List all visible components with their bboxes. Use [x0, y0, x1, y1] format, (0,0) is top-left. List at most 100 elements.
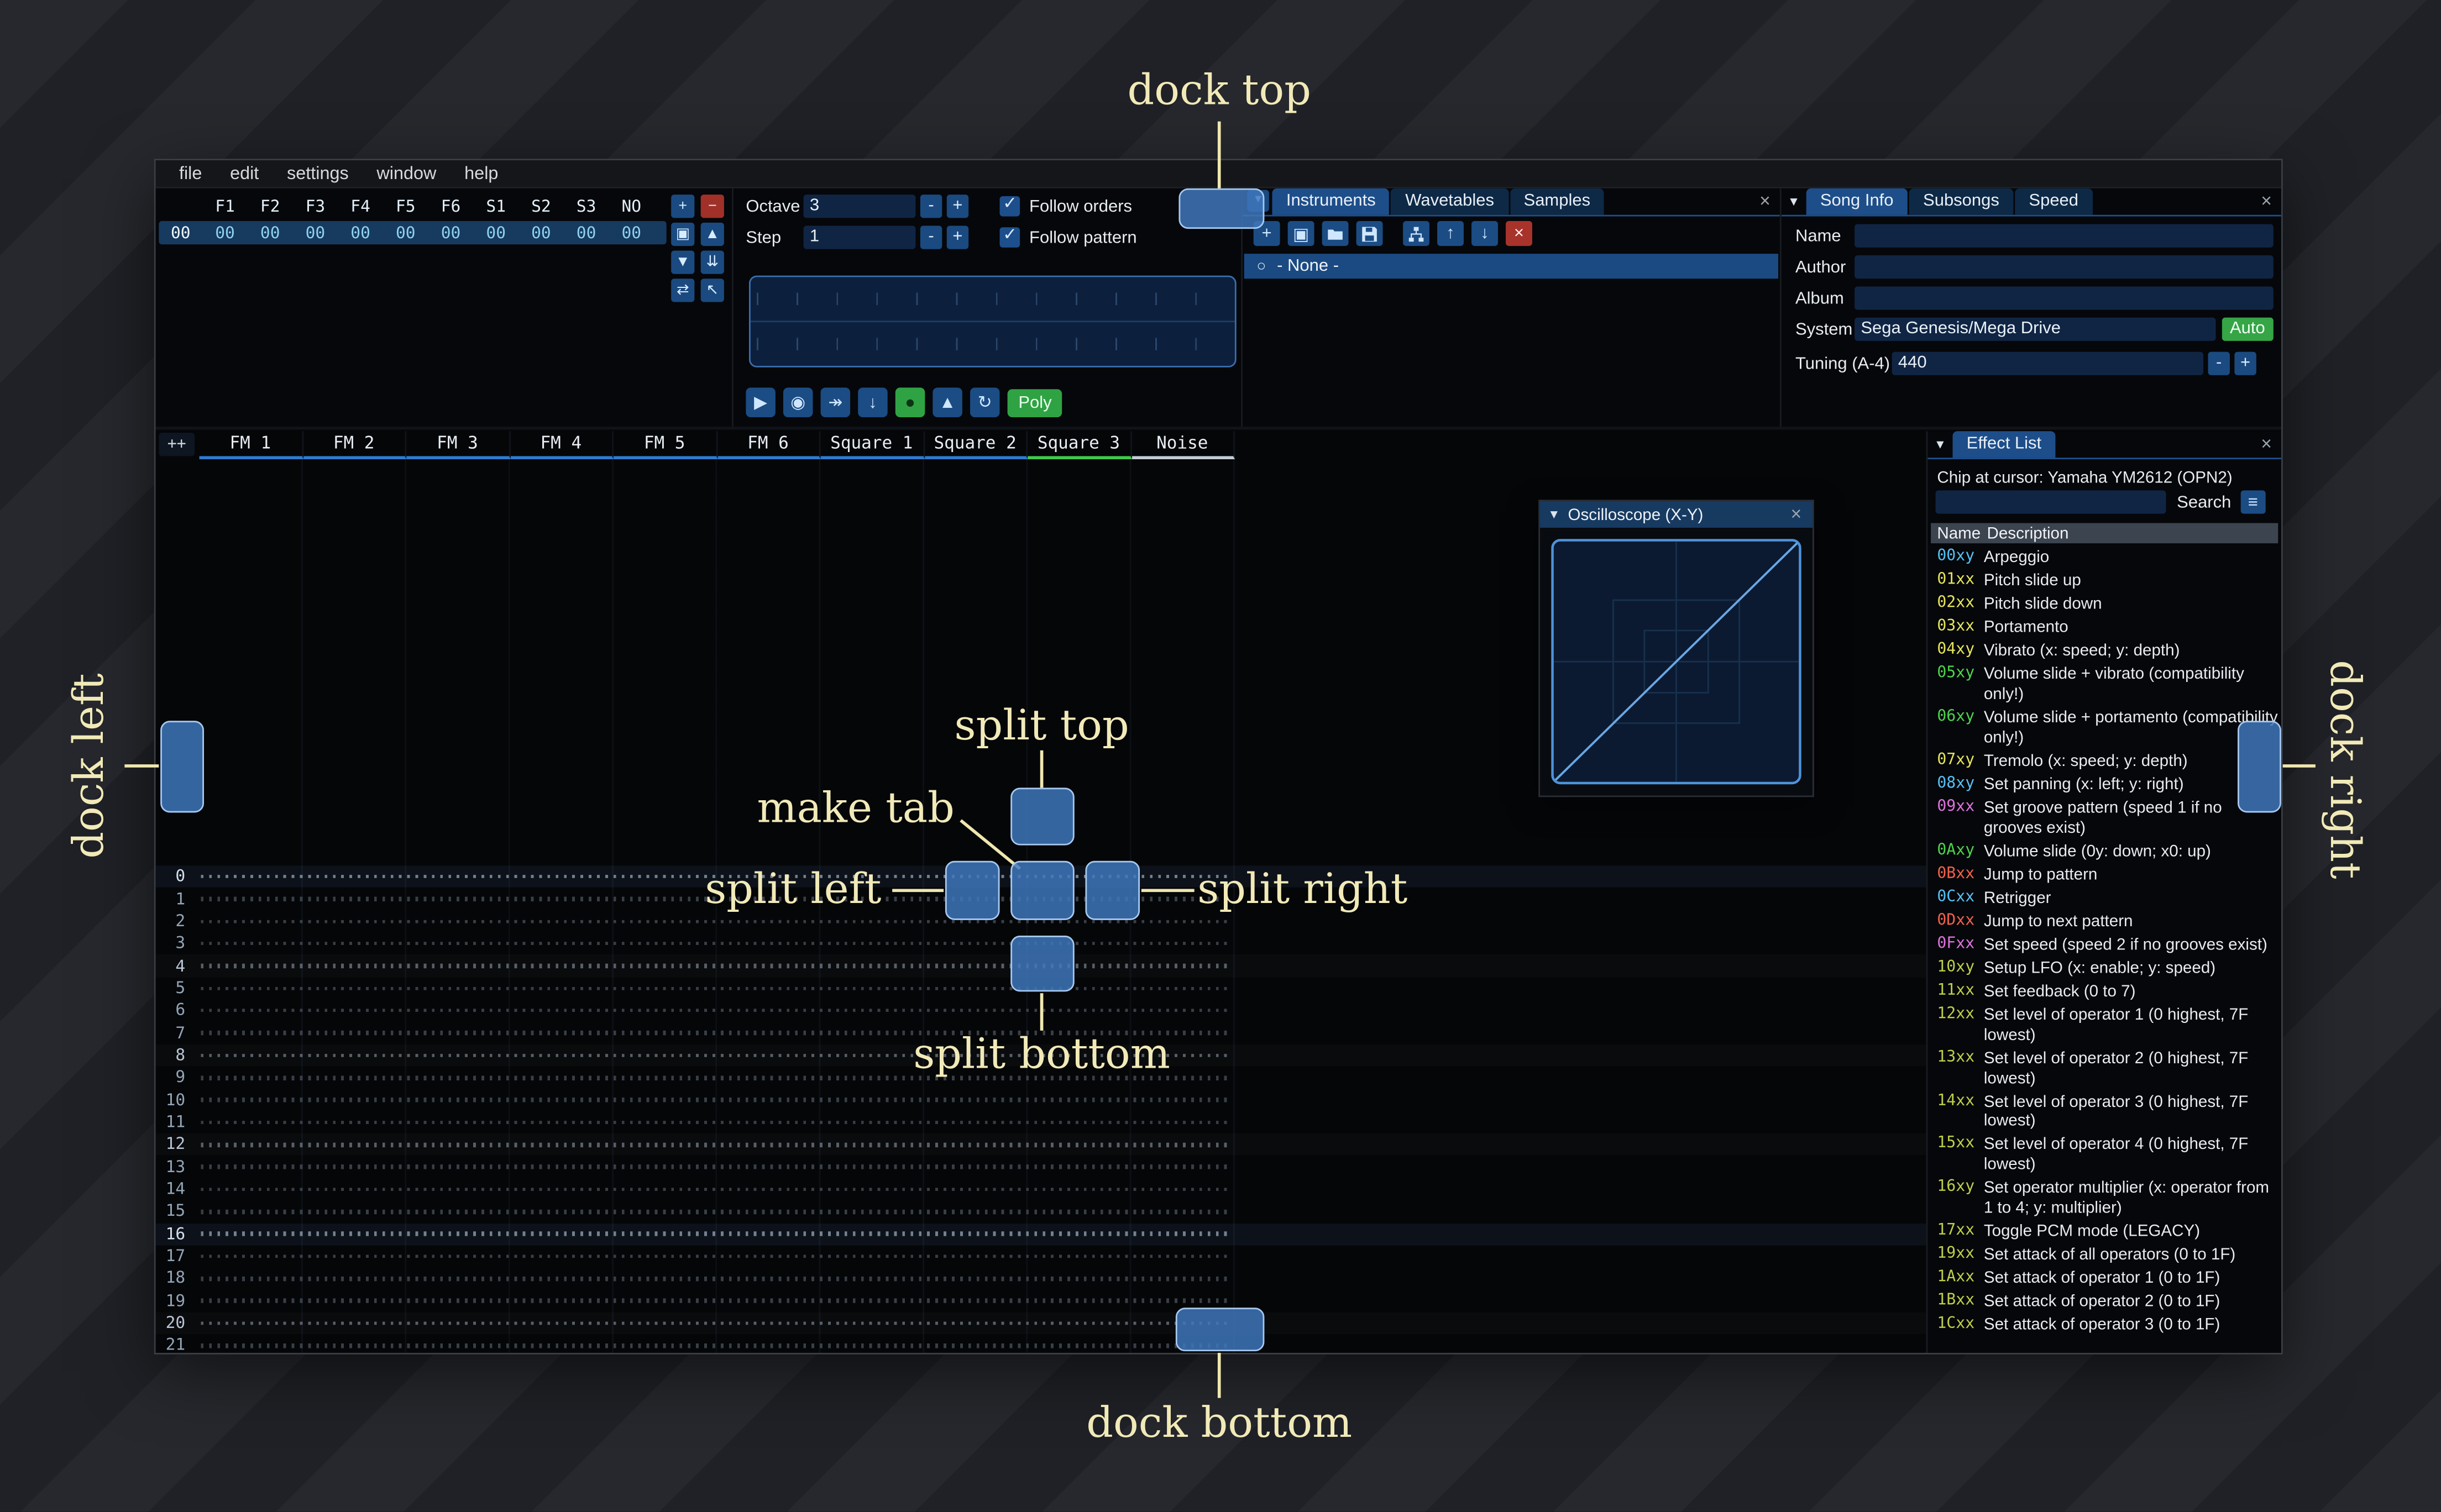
channel-header-fm-5[interactable]: FM 5 [613, 431, 717, 460]
pattern-row-18[interactable]: 18 [156, 1268, 1926, 1290]
order-move-down-button[interactable]: ▼ [671, 250, 695, 274]
auto-system-button[interactable]: Auto [2222, 317, 2273, 341]
pattern-row-17[interactable]: 17 [156, 1245, 1926, 1267]
author-input[interactable] [1855, 255, 2274, 279]
pattern-row-12[interactable]: 12 [156, 1133, 1926, 1156]
tab-song-info[interactable]: Song Info [1806, 188, 1908, 215]
follow-pattern-checkbox[interactable]: ✓ Follow pattern [999, 225, 1137, 248]
channel-header-square-2[interactable]: Square 2 [924, 431, 1028, 460]
tuning-input[interactable]: 440 [1892, 351, 2204, 375]
instrument-save-button[interactable] [1356, 221, 1383, 246]
order-move-up-button[interactable]: ▲ [700, 222, 724, 246]
empty-row-dots [201, 1009, 1229, 1013]
order-duplicate-button[interactable]: ▣ [671, 222, 695, 246]
channel-header-fm-4[interactable]: FM 4 [510, 431, 614, 460]
octave-decrease-button[interactable]: - [920, 195, 942, 218]
channel-header-fm-1[interactable]: FM 1 [199, 431, 303, 460]
close-instruments-button[interactable]: × [1750, 187, 1780, 215]
channel-header-square-1[interactable]: Square 1 [820, 431, 924, 460]
empty-row-dots [201, 1299, 1229, 1303]
repeat-pattern-button[interactable]: ↻ [970, 387, 1000, 417]
tab-effect-list[interactable]: Effect List [1952, 431, 2056, 458]
play-button[interactable]: ▶ [746, 387, 776, 417]
close-oscilloscope-button[interactable]: × [1788, 501, 1805, 528]
menu-item-file[interactable]: file [165, 164, 216, 183]
tab-subsongs[interactable]: Subsongs [1909, 188, 2014, 215]
order-duplicate-end-button[interactable]: ⇊ [700, 250, 724, 274]
pattern-row-20[interactable]: 20 [156, 1312, 1926, 1334]
split-target-right[interactable] [1085, 860, 1140, 920]
pattern-row-13[interactable]: 13 [156, 1156, 1926, 1178]
instrument-move-up-button[interactable]: ↑ [1437, 221, 1464, 246]
dock-target-right[interactable] [2238, 721, 2281, 813]
make-tab-target[interactable] [1010, 860, 1075, 920]
step-input[interactable]: 1 [803, 225, 916, 249]
name-input[interactable] [1855, 224, 2274, 248]
hamburger-menu-button[interactable]: ≡ [2240, 490, 2266, 514]
dock-target-left[interactable] [160, 721, 205, 813]
metronome-button[interactable]: ▲ [933, 387, 962, 417]
instrument-open-button[interactable] [1322, 221, 1349, 246]
menu-item-help[interactable]: help [451, 164, 512, 183]
octave-input[interactable]: 3 [803, 195, 916, 218]
menu-item-settings[interactable]: settings [273, 164, 363, 183]
system-input[interactable]: Sega Genesis/Mega Drive [1855, 317, 2216, 341]
pattern-row-15[interactable]: 15 [156, 1200, 1926, 1222]
channel-header-fm-3[interactable]: FM 3 [406, 431, 510, 460]
step-one-row-button[interactable]: ↓ [858, 387, 888, 417]
effect-description: Set level of operator 4 (0 highest, 7F l… [1983, 1135, 2249, 1174]
tuning-increase-button[interactable]: + [2234, 351, 2256, 375]
poly-button[interactable]: Poly [1007, 388, 1063, 417]
instrument-delete-button[interactable]: × [1506, 221, 1532, 246]
play-from-cursor-button[interactable]: ↠ [820, 387, 851, 417]
dock-target-bottom[interactable] [1175, 1308, 1265, 1352]
close-effect-list-button[interactable]: × [2251, 429, 2281, 458]
tab-samples[interactable]: Samples [1510, 188, 1605, 215]
edit-record-button[interactable]: ● [895, 387, 925, 417]
split-target-top[interactable] [1010, 788, 1075, 846]
tab-wavetables[interactable]: Wavetables [1391, 188, 1508, 215]
collapse-icon[interactable]: ▼ [1782, 187, 1806, 216]
play-repeat-button[interactable]: ◉ [783, 387, 813, 417]
effect-search-input[interactable] [1935, 490, 2166, 514]
tuning-decrease-button[interactable]: - [2208, 351, 2230, 375]
instrument-move-down-button[interactable]: ↓ [1471, 221, 1498, 246]
instrument-item-none[interactable]: ○ - None - [1244, 254, 1779, 279]
tab-speed[interactable]: Speed [2015, 188, 2093, 215]
channel-header-square-3[interactable]: Square 3 [1028, 431, 1132, 460]
album-input[interactable] [1855, 286, 2274, 310]
split-target-bottom[interactable] [1010, 936, 1075, 992]
step-decrease-button[interactable]: - [920, 225, 942, 249]
empty-row-dots [201, 1187, 1229, 1191]
orders-selected-row[interactable]: 00 00 00 00 00 00 00 00 00 00 00 [159, 221, 667, 245]
pattern-row-14[interactable]: 14 [156, 1178, 1926, 1200]
order-change-mode-button[interactable]: ⇄ [671, 279, 695, 302]
channel-header-fm-2[interactable]: FM 2 [302, 431, 407, 460]
instrument-duplicate-button[interactable]: ▣ [1287, 221, 1314, 246]
channel-header-fm-6[interactable]: FM 6 [717, 431, 821, 460]
instrument-dir-toggle-button[interactable] [1403, 221, 1430, 246]
pattern-options-button[interactable]: ++ [159, 433, 195, 456]
collapse-icon[interactable]: ▼ [1548, 501, 1560, 528]
split-target-left[interactable] [945, 860, 1000, 920]
tab-instruments[interactable]: Instruments [1272, 188, 1390, 215]
dock-target-top[interactable] [1178, 188, 1265, 229]
octave-increase-button[interactable]: + [946, 195, 969, 218]
pattern-row-19[interactable]: 19 [156, 1290, 1926, 1312]
oscilloscope-title-bar[interactable]: ▼ Oscilloscope (X-Y) × [1540, 501, 1813, 528]
pattern-row-11[interactable]: 11 [156, 1111, 1926, 1133]
close-song-info-button[interactable]: × [2251, 187, 2281, 215]
order-add-button[interactable]: + [671, 195, 695, 218]
collapse-icon[interactable]: ▼ [1927, 431, 1952, 459]
step-increase-button[interactable]: + [946, 225, 969, 249]
menu-item-edit[interactable]: edit [216, 164, 273, 183]
follow-orders-checkbox[interactable]: ✓ Follow orders [999, 195, 1132, 217]
pattern-row-10[interactable]: 10 [156, 1089, 1926, 1111]
order-remove-button[interactable]: − [700, 195, 724, 218]
pattern-row-16[interactable]: 16 [155, 1222, 1926, 1246]
channel-header-noise[interactable]: Noise [1131, 431, 1235, 460]
order-edit-mode-button[interactable]: ↖ [700, 279, 724, 302]
pattern-row-21[interactable]: 21 [156, 1335, 1926, 1353]
menu-item-window[interactable]: window [363, 164, 451, 183]
piano-keyboard[interactable] [748, 275, 1237, 368]
